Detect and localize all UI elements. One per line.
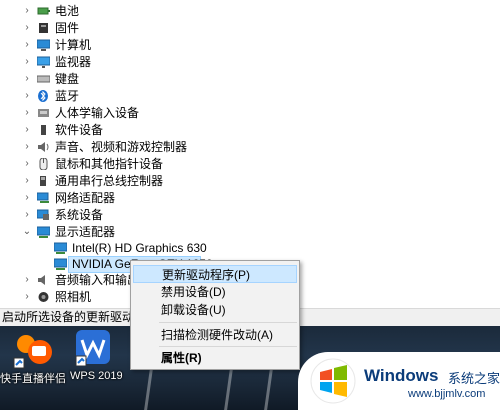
battery-icon	[37, 5, 50, 17]
watermark-url: www.bjjmlv.com	[408, 388, 486, 400]
watermark-brand: Windows	[364, 366, 439, 385]
chevron-right-icon[interactable]: ›	[22, 273, 32, 287]
menu-separator	[159, 346, 297, 347]
menu-item-uninstall-device[interactable]: 卸载设备(U)	[133, 301, 297, 319]
tree-item-label: Intel(R) HD Graphics 630	[72, 241, 207, 255]
display-adapter-icon	[53, 258, 68, 270]
bluetooth-icon	[37, 90, 50, 102]
wps-icon	[74, 328, 112, 369]
tree-item-system-device[interactable]: › 系统设备	[0, 207, 330, 224]
tree-item-battery[interactable]: › 电池	[0, 3, 330, 20]
menu-item-label: 扫描检测硬件改动(A)	[161, 328, 273, 342]
menu-item-disable-device[interactable]: 禁用设备(D)	[133, 283, 297, 301]
tree-item-label: 软件设备	[55, 123, 104, 137]
chevron-right-icon[interactable]: ›	[22, 106, 32, 120]
chevron-right-icon[interactable]: ›	[22, 290, 32, 304]
menu-item-label: 属性(R)	[161, 351, 202, 365]
tree-item-mouse[interactable]: › 鼠标和其他指针设备	[0, 156, 330, 173]
windows-logo-icon	[310, 358, 356, 407]
chevron-right-icon[interactable]: ›	[22, 38, 32, 52]
desktop-shortcut-label: WPS 2019	[70, 370, 123, 382]
tree-item-label: 监视器	[55, 55, 92, 69]
tree-item-software-device[interactable]: › 软件设备	[0, 122, 330, 139]
chevron-right-icon[interactable]: ›	[22, 123, 32, 137]
tree-item-label: 蓝牙	[55, 89, 80, 103]
kuaishou-icon	[12, 330, 56, 373]
firmware-icon	[37, 22, 50, 34]
chevron-right-icon[interactable]: ›	[22, 4, 32, 18]
tree-item-computer[interactable]: › 计算机	[0, 37, 330, 54]
speaker-icon	[37, 141, 50, 153]
computer-icon	[36, 39, 51, 51]
chevron-right-icon[interactable]: ›	[22, 208, 32, 222]
menu-item-update-driver[interactable]: 更新驱动程序(P)	[133, 265, 297, 283]
tree-item-label: 显示适配器	[55, 225, 116, 239]
camera-icon	[37, 291, 50, 303]
menu-item-label: 禁用设备(D)	[161, 285, 226, 299]
chevron-down-icon[interactable]: ⌄	[22, 225, 32, 239]
tree-item-firmware[interactable]: › 固件	[0, 20, 330, 37]
usb-icon	[37, 175, 50, 187]
desktop-shortcut-kuaishou[interactable]	[6, 330, 66, 370]
desktop-shortcut-label: 快手直播伴侣	[0, 373, 66, 385]
tree-item-bluetooth[interactable]: › 蓝牙	[0, 88, 330, 105]
tree-item-network-adapter[interactable]: › 网络适配器	[0, 190, 330, 207]
tree-item-usb[interactable]: › 通用串行总线控制器	[0, 173, 330, 190]
chevron-right-icon[interactable]: ›	[22, 157, 32, 171]
chevron-right-icon[interactable]: ›	[22, 21, 32, 35]
tree-item-hid[interactable]: › 人体学输入设备	[0, 105, 330, 122]
keyboard-icon	[36, 73, 51, 85]
software-device-icon	[37, 124, 50, 136]
menu-item-label: 更新驱动程序(P)	[162, 268, 250, 282]
tree-item-sound[interactable]: › 声音、视频和游戏控制器	[0, 139, 330, 156]
chevron-right-icon[interactable]: ›	[22, 72, 32, 86]
chevron-right-icon[interactable]: ›	[22, 174, 32, 188]
watermark-title: 系统之家	[448, 371, 500, 386]
mouse-icon	[37, 157, 50, 171]
menu-separator	[159, 322, 297, 323]
system-device-icon	[36, 209, 50, 221]
menu-item-scan-hardware[interactable]: 扫描检测硬件改动(A)	[133, 326, 297, 344]
tree-item-label: 声音、视频和游戏控制器	[55, 140, 188, 154]
tree-item-label: 电池	[55, 4, 80, 18]
tree-item-label: 网络适配器	[55, 191, 116, 205]
tree-item-label: 键盘	[55, 72, 80, 86]
tree-item-label: 固件	[55, 21, 80, 35]
tree-item-label: 鼠标和其他指针设备	[55, 157, 164, 171]
chevron-right-icon[interactable]: ›	[22, 89, 32, 103]
chevron-right-icon[interactable]: ›	[22, 140, 32, 154]
display-adapter-icon	[36, 226, 51, 238]
tree-item-monitor[interactable]: › 监视器	[0, 54, 330, 71]
chevron-right-icon[interactable]: ›	[22, 55, 32, 69]
tree-item-intel-hd-630[interactable]: Intel(R) HD Graphics 630	[0, 240, 330, 257]
context-menu: 更新驱动程序(P) 禁用设备(D) 卸载设备(U) 扫描检测硬件改动(A) 属性…	[130, 260, 300, 370]
tree-item-label: 通用串行总线控制器	[55, 174, 164, 188]
tree-item-label: 人体学输入设备	[55, 106, 140, 120]
tree-item-label: 音频输入和输出	[55, 273, 140, 287]
audio-icon	[37, 274, 50, 286]
network-adapter-icon	[36, 192, 50, 204]
hid-icon	[37, 107, 50, 119]
desktop-shortcut-wps[interactable]	[70, 328, 130, 368]
monitor-icon	[36, 56, 51, 68]
tree-item-label: 计算机	[55, 38, 92, 52]
tree-item-label: 照相机	[55, 290, 92, 304]
menu-item-label: 卸载设备(U)	[161, 303, 226, 317]
chevron-right-icon[interactable]: ›	[22, 191, 32, 205]
display-adapter-icon	[53, 242, 68, 254]
tree-item-keyboard[interactable]: › 键盘	[0, 71, 330, 88]
watermark: Windows 系统之家 www.bjjmlv.com	[298, 352, 500, 410]
menu-item-properties[interactable]: 属性(R)	[133, 349, 297, 367]
tree-item-label: 系统设备	[55, 208, 104, 222]
tree-item-display-adapter[interactable]: ⌄ 显示适配器	[0, 224, 330, 241]
